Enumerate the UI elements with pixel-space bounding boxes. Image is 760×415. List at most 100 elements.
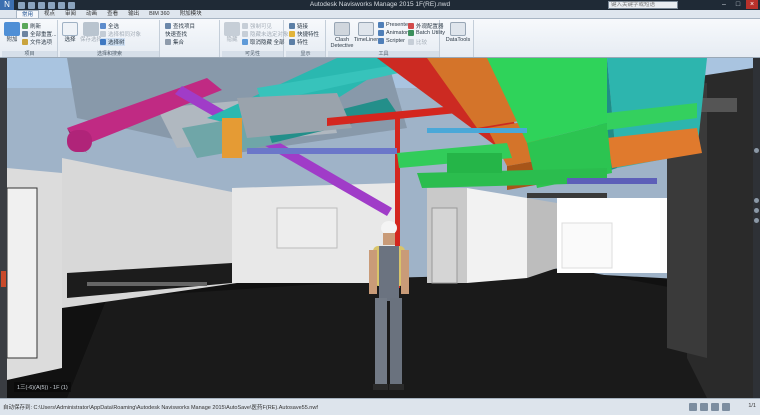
unhide-icon <box>242 39 248 45</box>
undo-icon[interactable] <box>58 1 65 9</box>
prev-sheet-icon[interactable] <box>689 403 697 411</box>
save-selection-button[interactable]: 保存选择 <box>80 22 102 43</box>
sets-icon <box>165 39 171 45</box>
save-icon[interactable] <box>38 1 45 9</box>
tab-bim360[interactable]: BIM 360 <box>144 10 174 18</box>
close-button[interactable]: × <box>746 0 758 9</box>
hide-button[interactable]: 隐藏 <box>224 22 240 43</box>
tab-output[interactable]: 输出 <box>123 10 144 18</box>
scripter-button[interactable]: Scripter <box>378 38 405 44</box>
links-label: 链接 <box>297 24 309 30</box>
select-same-icon <box>100 31 106 37</box>
refresh-button[interactable]: 刷新 <box>22 22 41 30</box>
links-button[interactable]: 链接 <box>289 22 308 30</box>
select-same-button[interactable]: 选择相同对象 <box>100 30 141 38</box>
3d-viewport[interactable] <box>7 58 753 398</box>
group-select-search: 选择 保存选择 全选 选择相同对象 选择树 选择和搜索 <box>60 20 160 57</box>
appearance-profiler-button[interactable]: 外观配置器 <box>408 22 444 30</box>
batch-utility-label: Batch Utility <box>416 30 446 36</box>
group-label-tools: 工具 <box>328 51 439 57</box>
appearance-profiler-label: 外观配置器 <box>416 24 444 30</box>
quick-find-field[interactable]: 快速查找 <box>165 30 187 38</box>
redo-icon[interactable] <box>68 1 75 9</box>
select-all-button[interactable]: 全选 <box>100 22 119 30</box>
grid-location-readout: 1三(-6)(A(5)) - 1F (1) <box>14 382 71 392</box>
quick-find-label: 快速查找 <box>165 32 188 38</box>
file-options-button[interactable]: 文件选项 <box>22 38 52 46</box>
group-label-display: 显示 <box>286 51 325 57</box>
batch-utility-icon <box>408 30 414 36</box>
sets-button[interactable]: 集合 <box>165 38 184 46</box>
compare-label: 比较 <box>416 40 428 46</box>
group-tools: Clash Detective TimeLiner Presenter Anim… <box>328 20 445 57</box>
tab-viewpoint[interactable]: 视点 <box>39 10 60 18</box>
right-nav-strip <box>753 58 760 398</box>
select-all-icon <box>100 23 106 29</box>
datatools-button[interactable]: DataTools <box>444 22 472 43</box>
presenter-button[interactable]: Presenter <box>378 22 410 28</box>
animator-button[interactable]: Animator <box>378 30 408 36</box>
clash-detective-button[interactable]: Clash Detective <box>330 22 354 49</box>
select-all-label: 全选 <box>108 24 120 30</box>
new-icon[interactable] <box>18 1 25 9</box>
hide-unselected-icon <box>242 31 248 37</box>
group-label-project: 项目 <box>2 51 57 57</box>
select-same-label: 选择相同对象 <box>108 32 142 38</box>
status-bar: 自动保存到: C:\Users\Administrator\AppData\Ro… <box>0 398 760 415</box>
appearance-profiler-icon <box>408 23 414 29</box>
sheet-counter: 1/1 <box>748 403 756 409</box>
tab-review[interactable]: 审阅 <box>60 10 81 18</box>
hide-unselected-button[interactable]: 隐藏未选定对象 <box>242 30 289 38</box>
group-visibility: 隐藏 强制可见 隐藏未选定对象 取消隐藏 全部 可见性 <box>222 20 289 57</box>
file-options-icon <box>22 39 28 45</box>
open-icon[interactable] <box>28 1 35 9</box>
clash-detective-label: Clash Detective <box>330 37 354 49</box>
selection-tree-button[interactable]: 选择树 <box>100 38 125 46</box>
reset-all-label: 全部重置... <box>30 32 57 38</box>
link-icon <box>289 23 295 29</box>
require-button[interactable]: 强制可见 <box>242 22 272 30</box>
find-icon <box>165 23 171 29</box>
tab-addins[interactable]: 附加模块 <box>175 10 207 18</box>
group-display: 链接 快捷特性 特性 显示 <box>286 20 326 57</box>
quick-properties-button[interactable]: 快捷特性 <box>289 30 319 38</box>
nav-wheel-icon[interactable] <box>754 148 759 153</box>
unhide-all-button[interactable]: 取消隐藏 全部 <box>242 38 285 46</box>
append-icon <box>4 22 20 36</box>
batch-utility-button[interactable]: Batch Utility <box>408 30 445 36</box>
left-dock-strip <box>0 58 7 398</box>
require-icon <box>242 23 248 29</box>
timeliner-icon <box>358 22 374 36</box>
minimize-button[interactable]: – <box>718 0 730 9</box>
print-icon[interactable] <box>48 1 55 9</box>
quick-properties-icon <box>289 31 295 37</box>
application-menu-button[interactable]: N <box>0 0 14 10</box>
group-label-visibility: 可见性 <box>222 51 283 57</box>
group-datatools: DataTools <box>442 20 474 57</box>
presenter-icon <box>378 22 384 28</box>
properties-button[interactable]: 特性 <box>289 38 308 46</box>
quick-properties-label: 快捷特性 <box>297 32 320 38</box>
scene-render <box>7 58 753 398</box>
pan-icon[interactable] <box>754 208 759 213</box>
sheet-browser-icon[interactable] <box>711 403 719 411</box>
tab-animation[interactable]: 动画 <box>81 10 102 18</box>
reset-all-button[interactable]: 全部重置... <box>22 30 57 38</box>
next-sheet-icon[interactable] <box>700 403 708 411</box>
select-button[interactable]: 选择 <box>62 22 78 43</box>
search-input[interactable]: 键入关键字或短语 <box>608 1 678 9</box>
group-project: 附加 刷新 全部重置... 文件选项 项目 <box>2 20 58 57</box>
maximize-button[interactable]: □ <box>732 0 744 9</box>
append-button[interactable]: 附加 <box>4 22 20 43</box>
dock-tab-marker[interactable] <box>1 271 6 287</box>
zoom-icon[interactable] <box>754 218 759 223</box>
quick-access-toolbar <box>18 1 75 9</box>
tab-view[interactable]: 查看 <box>102 10 123 18</box>
timeliner-button[interactable]: TimeLiner <box>354 22 378 43</box>
orbit-icon[interactable] <box>754 198 759 203</box>
status-message: 自动保存到: C:\Users\Administrator\AppData\Ro… <box>3 405 318 411</box>
performance-icon[interactable] <box>722 403 730 411</box>
find-items-button[interactable]: 查找项目 <box>165 22 195 30</box>
tab-home[interactable]: 常用 <box>16 10 40 18</box>
compare-button[interactable]: 比较 <box>408 38 427 46</box>
